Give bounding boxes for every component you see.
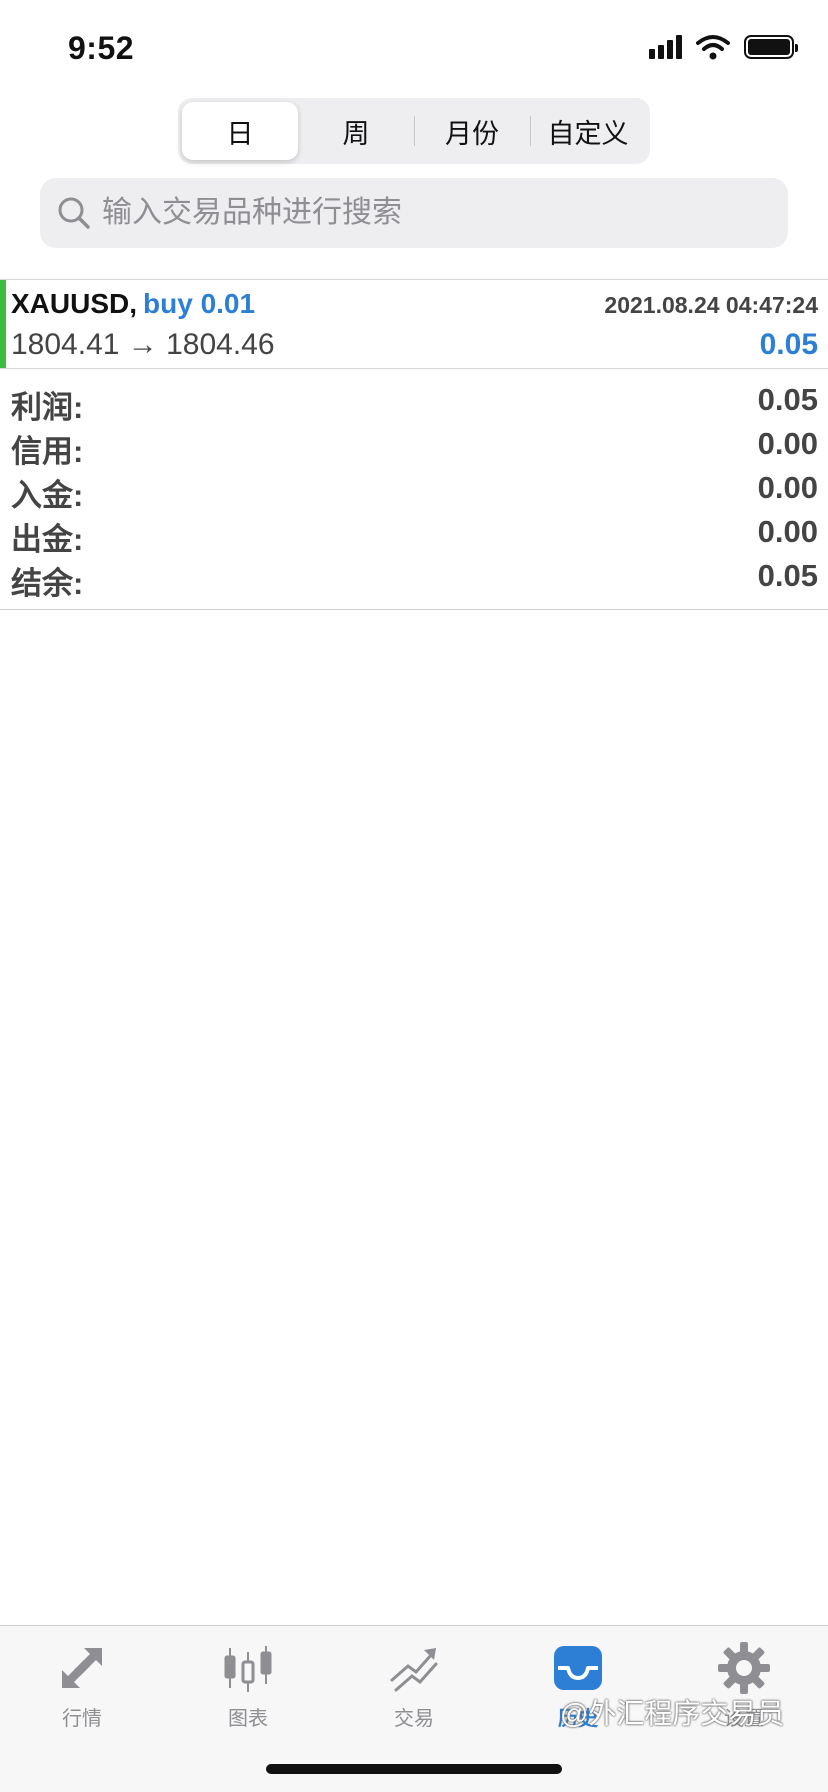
summary-label: 出金: [11, 522, 84, 557]
summary-label: 入金: [11, 478, 84, 513]
summary-value: 0.00 [757, 426, 818, 461]
status-time: 9:52 [68, 30, 135, 66]
summary-value: 0.00 [757, 470, 818, 505]
summary-label: 结余: [11, 566, 84, 601]
summary-row-profit: 利润: 0.05 [0, 380, 828, 425]
gear-icon [718, 1642, 770, 1694]
deal-row[interactable]: XAUUSD, buy 0.01 2021.08.24 04:47:24 1804… [0, 279, 828, 369]
tab-charts[interactable]: 图表 [188, 1640, 308, 1731]
deal-direction: buy 0.01 [143, 288, 256, 319]
deal-symbol-text: XAUUSD, [11, 288, 138, 319]
summary-row-balance: 结余: 0.05 [0, 556, 828, 601]
wifi-icon [696, 35, 730, 60]
candlestick-chart-icon [224, 1646, 272, 1692]
cellular-signal-icon [649, 35, 682, 59]
segment-week[interactable]: 周 [298, 102, 414, 160]
status-icons [649, 34, 798, 60]
tab-trade[interactable]: 交易 [354, 1640, 474, 1731]
search-input[interactable] [102, 196, 762, 230]
home-indicator [266, 1764, 562, 1774]
summary-label: 利润: [11, 390, 84, 425]
summary-row-deposit: 入金: 0.00 [0, 468, 828, 513]
tab-label: 图表 [228, 1708, 268, 1730]
trade-trend-icon [390, 1648, 438, 1692]
deal-accent-bar [0, 280, 6, 368]
summary-row-credit: 信用: 0.00 [0, 424, 828, 469]
history-inbox-icon [554, 1646, 602, 1690]
deal-prices: 1804.41 → 1804.46 [11, 328, 275, 361]
quotes-arrows-icon [62, 1648, 102, 1688]
tab-label: 行情 [62, 1708, 102, 1730]
summary-row-withdrawal: 出金: 0.00 [0, 512, 828, 557]
summary-value: 0.05 [757, 382, 818, 417]
summary-value: 0.05 [757, 558, 818, 593]
segment-month[interactable]: 月份 [414, 102, 530, 160]
deal-symbol: XAUUSD, buy 0.01 [11, 288, 255, 320]
search-bar[interactable] [40, 178, 788, 248]
summary-section: 利润: 0.05 信用: 0.00 入金: 0.00 出金: 0.00 结余: … [0, 380, 828, 610]
summary-value: 0.00 [757, 514, 818, 549]
status-bar: 9:52 [0, 0, 828, 92]
watermark-text: @外汇程序交易员 [560, 1698, 785, 1729]
search-icon [58, 197, 90, 229]
deal-time: 2021.08.24 04:47:24 [604, 292, 818, 318]
deal-profit: 0.05 [759, 328, 818, 361]
segment-day[interactable]: 日 [182, 102, 298, 160]
segment-custom[interactable]: 自定义 [530, 102, 646, 160]
summary-label: 信用: [11, 434, 84, 469]
period-segmented-control: 日 周 月份 自定义 [178, 98, 650, 164]
tab-label: 交易 [394, 1708, 434, 1730]
tab-quotes[interactable]: 行情 [22, 1640, 142, 1731]
battery-icon [744, 35, 798, 59]
app-screen: 9:52 日 周 月份 自定义 XAUUSD,buy 0.01 [0, 0, 828, 1792]
